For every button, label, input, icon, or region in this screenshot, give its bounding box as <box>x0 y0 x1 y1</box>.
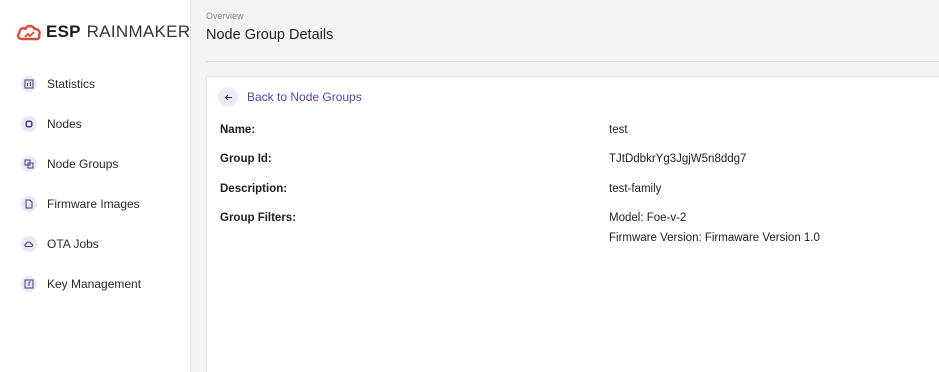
group-filters-label: Group Filters: <box>220 212 297 224</box>
sidebar-item-firmware-images[interactable]: Firmware Images <box>0 184 190 224</box>
group-id-label: Group Id: <box>220 153 272 165</box>
name-label: Name: <box>220 124 256 136</box>
brand-logo[interactable]: ESP RAINMAKER <box>16 19 190 45</box>
cloud-logo-icon <box>16 24 41 41</box>
file-icon <box>21 196 37 212</box>
sidebar-item-ota-jobs[interactable]: OTA Jobs <box>0 224 190 264</box>
sidebar-item-statistics[interactable]: Statistics <box>0 64 190 104</box>
sidebar-item-label: Node Groups <box>47 157 119 171</box>
name-value: test <box>609 124 628 136</box>
back-link-label: Back to Node Groups <box>247 90 362 104</box>
sidebar-item-label: Key Management <box>47 277 142 291</box>
main-content: Overview Node Group Details Back to Node… <box>191 0 939 372</box>
description-value: test-family <box>609 183 662 195</box>
arrow-left-icon <box>218 87 238 107</box>
brand-esp: ESP <box>46 22 81 41</box>
filter-model: Model: Foe-v-2 <box>609 212 687 224</box>
back-to-node-groups-link[interactable]: Back to Node Groups <box>218 87 362 107</box>
page-title: Node Group Details <box>206 27 334 43</box>
group-id-value: TJtDdbkrYg3JgjW5n8ddg7 <box>609 153 747 165</box>
chip-icon <box>21 116 37 132</box>
sidebar-item-label: Statistics <box>47 77 96 91</box>
group-icon <box>21 156 37 172</box>
sidebar-nav: Statistics Nodes Node Groups Firmware Im… <box>0 64 190 304</box>
filter-firmware-version: Firmware Version: Firmaware Version 1.0 <box>609 232 820 244</box>
sidebar-item-key-management[interactable]: Key Management <box>0 264 190 304</box>
brand-rainmaker: RAINMAKER <box>86 22 191 41</box>
key-icon <box>21 276 37 292</box>
sidebar-item-nodes[interactable]: Nodes <box>0 104 190 144</box>
group-filters-value: Model: Foe-v-2 Firmware Version: Firmawa… <box>609 208 820 248</box>
sidebar-item-label: Firmware Images <box>47 197 140 211</box>
description-label: Description: <box>220 183 288 195</box>
cloud-icon <box>21 236 37 252</box>
sidebar-item-node-groups[interactable]: Node Groups <box>0 144 190 184</box>
bar-chart-icon <box>21 76 37 92</box>
sidebar: ESP RAINMAKER Statistics Nodes Node Grou… <box>0 0 191 372</box>
sidebar-item-label: OTA Jobs <box>47 237 99 251</box>
breadcrumb[interactable]: Overview <box>206 11 244 21</box>
header-divider <box>206 61 939 62</box>
sidebar-item-label: Nodes <box>47 117 82 131</box>
details-card: Back to Node Groups Name: test Group Id:… <box>206 76 939 372</box>
